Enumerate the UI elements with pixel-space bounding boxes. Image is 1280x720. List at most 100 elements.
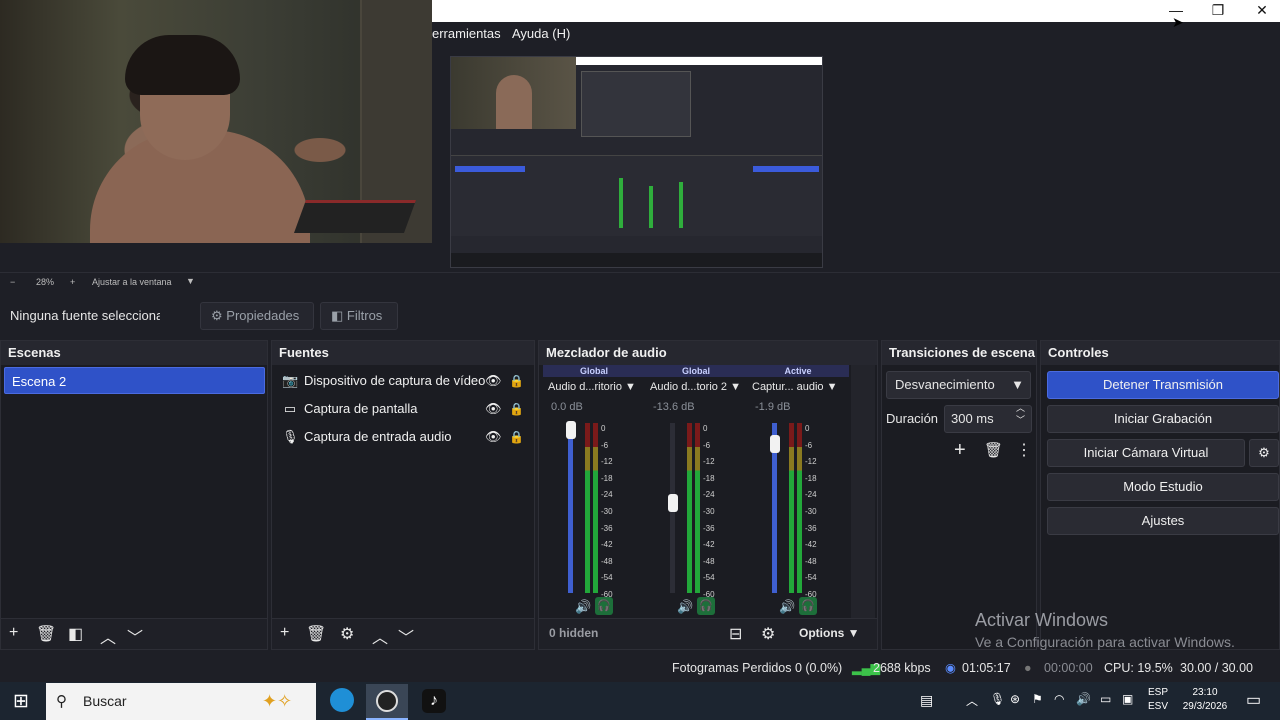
menu-help[interactable]: Ayuda (H) <box>512 26 570 41</box>
filter-icon: ◧ <box>331 308 344 323</box>
close-button[interactable]: ✕ <box>1242 0 1280 22</box>
controls-dock: Controles Detener Transmisión Iniciar Gr… <box>1040 340 1280 650</box>
taskbar-search[interactable]: ⚲ Buscar ✦✧ <box>46 683 316 720</box>
studio-mode-button[interactable]: Modo Estudio <box>1047 473 1279 501</box>
windows-start-icon[interactable]: ⊞ <box>13 690 29 713</box>
virtual-camera-button[interactable]: Iniciar Cámara Virtual <box>1047 439 1245 467</box>
transitions-title: Transiciones de escena <box>882 341 1036 365</box>
source-item-video[interactable]: 📷 Dispositivo de captura de vídeo 👁 🔒 <box>280 371 530 391</box>
duration-spinbox[interactable]: 300 ms ︿ ﹀ <box>944 402 1032 433</box>
transition-select[interactable]: Desvanecimiento ▼ <box>886 371 1031 399</box>
stop-stream-button[interactable]: Detener Transmisión <box>1047 371 1279 399</box>
preview-canvas[interactable] <box>450 56 823 268</box>
tray-app-icon[interactable]: ⚑ <box>1032 692 1043 706</box>
eye-icon[interactable]: 👁 <box>485 427 502 447</box>
obs-icon <box>376 690 398 712</box>
meter-ticks: 0 -6 -12 -18 -24 -30 -36 -42 -48 -54 -60 <box>703 424 715 599</box>
filters-button[interactable]: ◧ Filtros <box>320 302 398 330</box>
microphone-icon[interactable]: 🎙 <box>990 692 1005 706</box>
sources-dock: Fuentes 📷 Dispositivo de captura de víde… <box>271 340 535 650</box>
trash-icon[interactable]: 🗑 <box>306 624 326 644</box>
channel-tag: Global <box>543 365 645 377</box>
vu-meter <box>789 423 794 593</box>
source-item-screen[interactable]: ▭ Captura de pantalla 👁 🔒 <box>280 399 530 419</box>
volume-icon[interactable]: 🔊 <box>1076 692 1091 706</box>
channel-name[interactable]: Audio d...torio 2 ▼ <box>650 381 741 393</box>
lock-icon[interactable]: 🔒 <box>509 371 524 391</box>
add-icon[interactable]: + <box>9 624 18 642</box>
speaker-icon[interactable]: 🔊 <box>677 599 693 615</box>
zoom-in-button[interactable]: + <box>70 277 75 287</box>
chevron-down-icon[interactable]: ▼ <box>625 381 636 393</box>
dropped-frames: Fotogramas Perdidos 0 (0.0%) <box>672 661 843 675</box>
scene-item[interactable]: Escena 2 <box>4 367 265 394</box>
battery-icon[interactable]: ▭ <box>1100 692 1111 706</box>
trash-icon[interactable]: 🗑 <box>36 624 56 644</box>
search-icon: ⚲ <box>56 693 67 710</box>
meter-ticks: 0 -6 -12 -18 -24 -30 -36 -42 -48 -54 -60 <box>601 424 613 599</box>
zoom-out-button[interactable]: − <box>10 277 15 287</box>
restore-button[interactable]: ❐ <box>1198 0 1238 22</box>
properties-button[interactable]: ⚙ Propiedades <box>200 302 314 330</box>
options-button[interactable]: Options ▼ <box>799 626 860 640</box>
move-up-icon[interactable]: ︿ <box>372 624 388 648</box>
start-recording-button[interactable]: Iniciar Grabación <box>1047 405 1279 433</box>
chevron-down-icon[interactable]: ▼ <box>730 381 741 393</box>
eye-icon[interactable]: 👁 <box>485 371 502 391</box>
menu-tools[interactable]: erramientas <box>432 26 501 41</box>
move-down-icon[interactable]: ﹀ <box>127 624 143 648</box>
speaker-icon[interactable]: 🔊 <box>575 599 591 615</box>
move-down-icon[interactable]: ﹀ <box>398 624 414 648</box>
fader-knob[interactable] <box>566 421 576 439</box>
chevron-down-icon[interactable]: ▼ <box>186 276 195 286</box>
webcam-overlay <box>0 0 432 243</box>
mixer-channel: Global Audio d...torio 2 ▼ -13.6 dB 0 -6-… <box>645 365 747 621</box>
tray-chevron-icon[interactable]: ︿ <box>966 692 978 709</box>
mixer-scrollbar[interactable] <box>851 365 875 621</box>
clock[interactable]: 23:10 29/3/2026 <box>1174 686 1236 714</box>
volume-fader[interactable] <box>568 423 573 593</box>
spin-arrows-icon[interactable]: ︿ ﹀ <box>1016 402 1025 426</box>
activation-watermark-title: Activar Windows <box>975 610 1109 630</box>
move-up-icon[interactable]: ︿ <box>100 624 116 648</box>
obs-taskbar-button[interactable] <box>366 684 408 720</box>
news-icon[interactable]: ▤ <box>920 692 933 709</box>
source-toolbar <box>0 295 1280 335</box>
edge-icon[interactable] <box>330 688 354 712</box>
settings-button[interactable]: Ajustes <box>1047 507 1279 535</box>
lock-icon[interactable]: 🔒 <box>509 427 524 447</box>
add-icon[interactable]: + <box>280 624 289 642</box>
add-icon[interactable]: + <box>954 439 966 462</box>
network-icon[interactable]: ▣ <box>1122 692 1133 706</box>
channel-name[interactable]: Captur... audio ▼ <box>752 381 838 393</box>
notifications-icon[interactable]: ▭ <box>1246 690 1261 710</box>
wifi-icon[interactable]: ◠ <box>1054 692 1064 706</box>
speaker-icon[interactable]: 🔊 <box>779 599 795 615</box>
tray-app-icon[interactable]: ⊛ <box>1010 692 1020 706</box>
eye-icon[interactable]: 👁 <box>485 399 502 419</box>
fit-window-label[interactable]: Ajustar a la ventana <box>92 277 172 287</box>
fader-knob[interactable] <box>668 494 678 513</box>
headphones-icon[interactable]: 🎧 <box>595 597 613 615</box>
tiktok-icon[interactable]: ♪ <box>422 689 446 713</box>
vu-meter <box>687 423 692 593</box>
audio-mixer-dock: Mezclador de audio Global Audio d...rito… <box>538 340 878 650</box>
channel-name[interactable]: Audio d...ritorio ▼ <box>548 381 636 393</box>
layout-icon[interactable]: ⊟ <box>729 624 742 644</box>
headphones-icon[interactable]: 🎧 <box>799 597 817 615</box>
gear-icon[interactable]: ⚙ <box>761 624 775 644</box>
source-item-audio[interactable]: 🎙 Captura de entrada audio 👁 🔒 <box>280 427 530 447</box>
fader-knob[interactable] <box>770 434 780 453</box>
trash-icon[interactable]: 🗑 <box>984 441 1003 459</box>
gear-icon[interactable]: ⚙ <box>340 624 354 644</box>
filter-icon[interactable]: ◧ <box>68 624 83 644</box>
more-options-icon[interactable]: ⋮ <box>1016 440 1032 460</box>
duration-label: Duración <box>886 411 939 426</box>
chevron-down-icon[interactable]: ▼ <box>827 381 838 393</box>
headphones-icon[interactable]: 🎧 <box>697 597 715 615</box>
vu-meter <box>797 423 802 593</box>
language-indicator[interactable]: ESP ESV <box>1148 686 1168 714</box>
lock-icon[interactable]: 🔒 <box>509 399 524 419</box>
virtual-camera-settings-button[interactable]: ⚙ <box>1249 439 1279 467</box>
transitions-dock: Transiciones de escena Desvanecimiento ▼… <box>881 340 1037 650</box>
